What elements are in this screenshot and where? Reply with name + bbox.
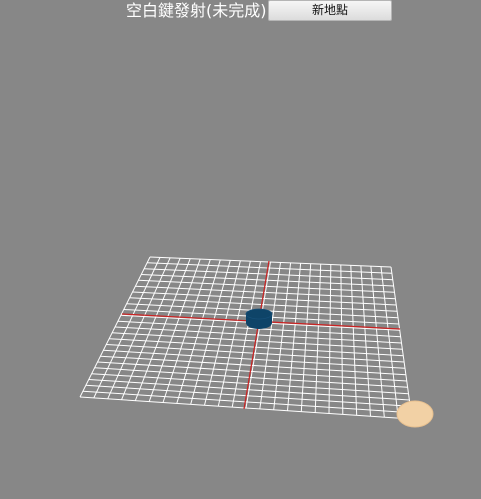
target-object [396, 400, 434, 428]
player-object-top [245, 308, 273, 320]
new-point-button[interactable]: 新地點 [268, 0, 392, 21]
top-toolbar: 空白鍵發射(未完成) 新地點 [0, 0, 481, 22]
player-object [245, 308, 273, 329]
3d-viewport[interactable] [0, 0, 481, 499]
game-scene[interactable]: 空白鍵發射(未完成) 新地點 [0, 0, 481, 499]
instruction-text: 空白鍵發射(未完成) [126, 1, 267, 20]
